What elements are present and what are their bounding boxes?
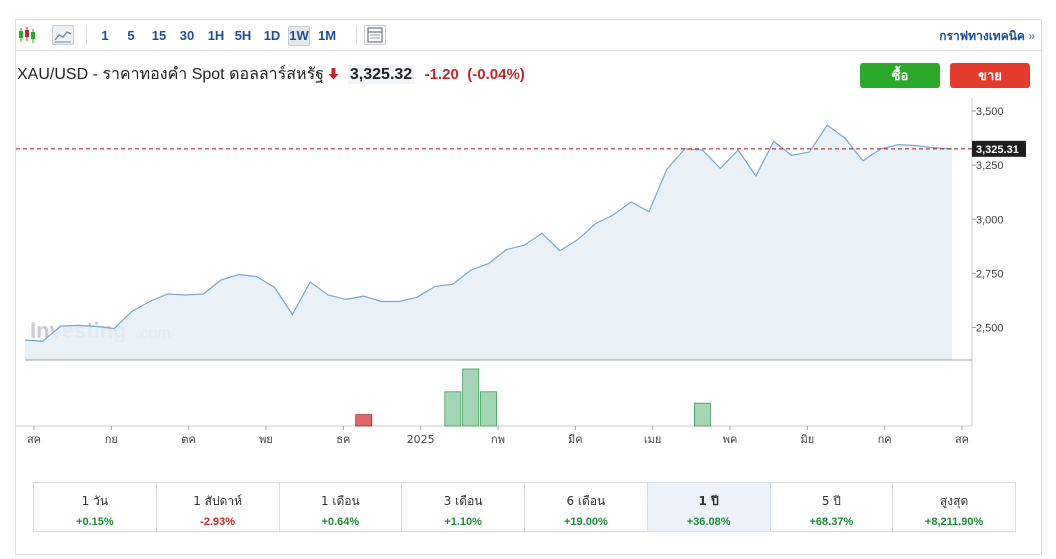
period-tab[interactable]: 1 เดือน +0.64%	[280, 483, 403, 531]
volume-bar	[444, 391, 462, 427]
period-label: 1 วัน	[81, 494, 109, 508]
y-tick-label: 2,500	[976, 323, 1004, 335]
y-tick-label: 3,000	[976, 214, 1004, 226]
period-change: +68.37%	[809, 516, 854, 528]
buy-button[interactable]: ซื้อ	[860, 63, 940, 88]
period-tab[interactable]: 1 สัปดาห์ -2.93%	[157, 483, 280, 531]
volume-bar	[480, 391, 497, 427]
period-tab[interactable]: 6 เดือน +19.00%	[525, 483, 648, 531]
current-price-label: 3,325.31	[976, 144, 1019, 156]
x-tick-label: มิย	[800, 433, 814, 446]
x-tick-label: กค	[878, 433, 892, 446]
period-change: +1.10%	[444, 516, 482, 528]
period-label: สูงสุด	[939, 494, 969, 508]
x-tick-label: มีค	[568, 433, 583, 446]
period-tab[interactable]: 1 วัน +0.15%	[34, 483, 157, 531]
x-tick-label: กย	[105, 433, 118, 446]
y-tick-label: 2,750	[976, 268, 1004, 280]
period-label: 1 เดือน	[320, 494, 360, 508]
volume-bar	[694, 402, 711, 427]
period-change: +8,211.90%	[924, 516, 984, 528]
instrument-name: XAU/USD - ราคาทองคำ Spot ดอลลาร์สหรัฐ	[17, 66, 324, 83]
instrument-header: XAU/USD - ราคาทองคำ Spot ดอลลาร์สหรัฐ 3,…	[17, 62, 525, 84]
last-price: 3,325.32	[347, 64, 415, 84]
price-change-percent: (-0.04%)	[467, 66, 525, 83]
period-change: -2.93%	[200, 516, 236, 528]
period-label: 5 ปี	[821, 494, 841, 508]
x-tick-label: เมย	[644, 433, 661, 446]
sell-button[interactable]: ขาย	[950, 63, 1030, 88]
x-tick-label: กพ	[491, 433, 505, 446]
volume-bar	[355, 414, 373, 427]
period-tab[interactable]: 5 ปี +68.37%	[771, 483, 894, 531]
chart-widget: 1515301H5H1D1W1M กราฟทางเทคนิค » Investi…	[15, 19, 1042, 555]
price-change: -1.20	[424, 66, 459, 83]
x-tick-label: ตค	[181, 433, 196, 446]
y-tick-label: 3,500	[976, 106, 1004, 118]
x-tick-label: พค	[723, 433, 738, 446]
period-label: 1 ปี	[698, 494, 719, 508]
x-tick-label: สค	[955, 433, 969, 446]
period-label: 1 สัปดาห์	[193, 494, 243, 508]
period-change: +0.15%	[76, 516, 114, 528]
down-arrow-icon	[328, 66, 343, 83]
period-change: +0.64%	[321, 516, 360, 528]
period-change: +36.08%	[686, 516, 731, 528]
performance-periods: 1 วัน +0.15% 1 สัปดาห์ -2.93% 1 เดือน +0.64% 3…	[33, 482, 1016, 532]
period-change: +19.00%	[564, 516, 608, 528]
x-tick-label: 2025	[407, 433, 435, 446]
x-tick-label: ธค	[336, 433, 350, 446]
volume-bar	[462, 368, 480, 427]
y-tick-label: 3,250	[976, 160, 1004, 172]
period-tab[interactable]: 3 เดือน +1.10%	[402, 483, 525, 531]
period-label: 3 เดือน	[443, 494, 483, 508]
x-tick-label: สค	[27, 433, 41, 446]
period-tab[interactable]: 1 ปี +36.08%	[647, 483, 771, 531]
price-area	[25, 125, 952, 360]
period-tab[interactable]: สูงสุด +8,211.90%	[893, 483, 1015, 531]
x-tick-label: พย	[259, 433, 273, 446]
period-label: 6 เดือน	[566, 494, 606, 508]
